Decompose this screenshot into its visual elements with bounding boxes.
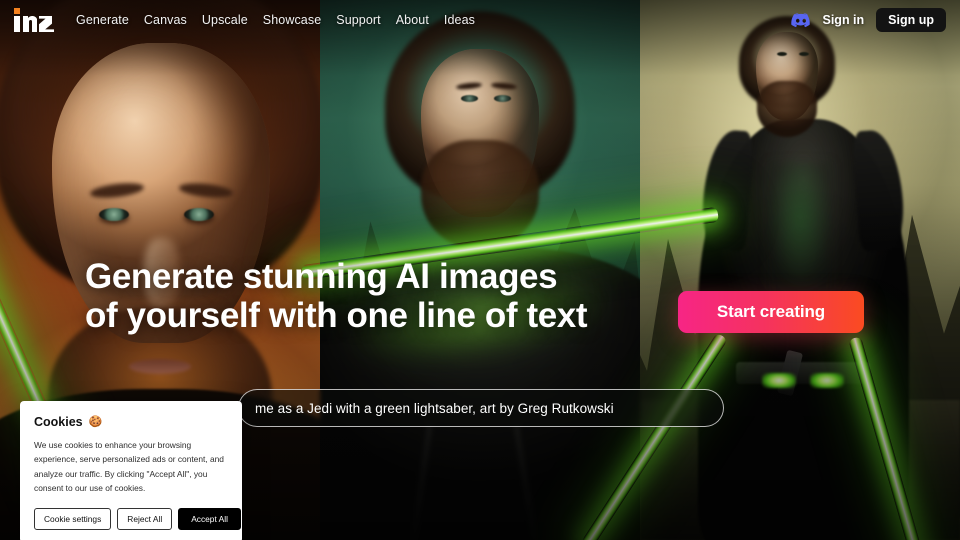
reject-all-button[interactable]: Reject All bbox=[117, 507, 173, 531]
lightsaber-emitter bbox=[761, 372, 796, 388]
nav-item-showcase[interactable]: Showcase bbox=[263, 13, 321, 27]
eye-left bbox=[460, 94, 478, 102]
nose-shape bbox=[144, 237, 180, 312]
lightsaber-emitter bbox=[809, 372, 844, 388]
hero-panel-portrait-mountains bbox=[320, 0, 640, 540]
nav-item-canvas[interactable]: Canvas bbox=[144, 13, 187, 27]
cookie-banner-body: We use cookies to enhance your browsing … bbox=[34, 440, 224, 494]
sign-up-button[interactable]: Sign up bbox=[876, 8, 946, 32]
cookie-banner-title: Cookies 🍪 bbox=[34, 415, 228, 429]
nav-item-upscale[interactable]: Upscale bbox=[202, 13, 248, 27]
eye-right bbox=[798, 51, 809, 56]
beard-shape bbox=[757, 81, 818, 137]
nav-item-generate[interactable]: Generate bbox=[76, 13, 129, 27]
eye-left bbox=[99, 207, 130, 221]
eye-left bbox=[776, 51, 787, 56]
discord-icon[interactable] bbox=[790, 12, 811, 28]
eye-right bbox=[184, 207, 214, 221]
sign-in-link[interactable]: Sign in bbox=[823, 13, 865, 27]
imz-logo-icon bbox=[14, 8, 54, 32]
robe-fold bbox=[513, 424, 538, 540]
robe-inner-shape bbox=[768, 162, 832, 303]
nav-item-support[interactable]: Support bbox=[336, 13, 380, 27]
hero-panel-jedi-fullbody bbox=[640, 0, 960, 540]
site-logo[interactable] bbox=[14, 8, 54, 32]
nav-item-about[interactable]: About bbox=[396, 13, 429, 27]
nav-item-ideas[interactable]: Ideas bbox=[444, 13, 475, 27]
beard-shape bbox=[421, 140, 539, 251]
nav-links: Generate Canvas Upscale Showcase Support… bbox=[76, 13, 475, 27]
page-root: Generate Canvas Upscale Showcase Support… bbox=[0, 0, 960, 540]
navbar: Generate Canvas Upscale Showcase Support… bbox=[0, 0, 960, 40]
cookie-settings-button[interactable]: Cookie settings bbox=[34, 507, 112, 531]
cookie-title-text: Cookies bbox=[34, 415, 83, 429]
belt-shape bbox=[736, 361, 871, 384]
robe-fold bbox=[410, 424, 432, 540]
cookie-banner-actions: Cookie settings Reject All Accept All bbox=[34, 507, 241, 531]
prompt-bar[interactable] bbox=[238, 389, 724, 427]
start-creating-button[interactable]: Start creating bbox=[678, 291, 864, 333]
prompt-input[interactable] bbox=[255, 400, 707, 416]
navbar-actions: Sign in Sign up bbox=[790, 8, 946, 32]
cookie-consent-banner: Cookies 🍪 We use cookies to enhance your… bbox=[20, 401, 242, 540]
lips-shape bbox=[129, 359, 191, 375]
cookie-icon: 🍪 bbox=[88, 415, 103, 428]
accept-all-button[interactable]: Accept All bbox=[178, 507, 241, 531]
eye-right bbox=[494, 94, 512, 102]
